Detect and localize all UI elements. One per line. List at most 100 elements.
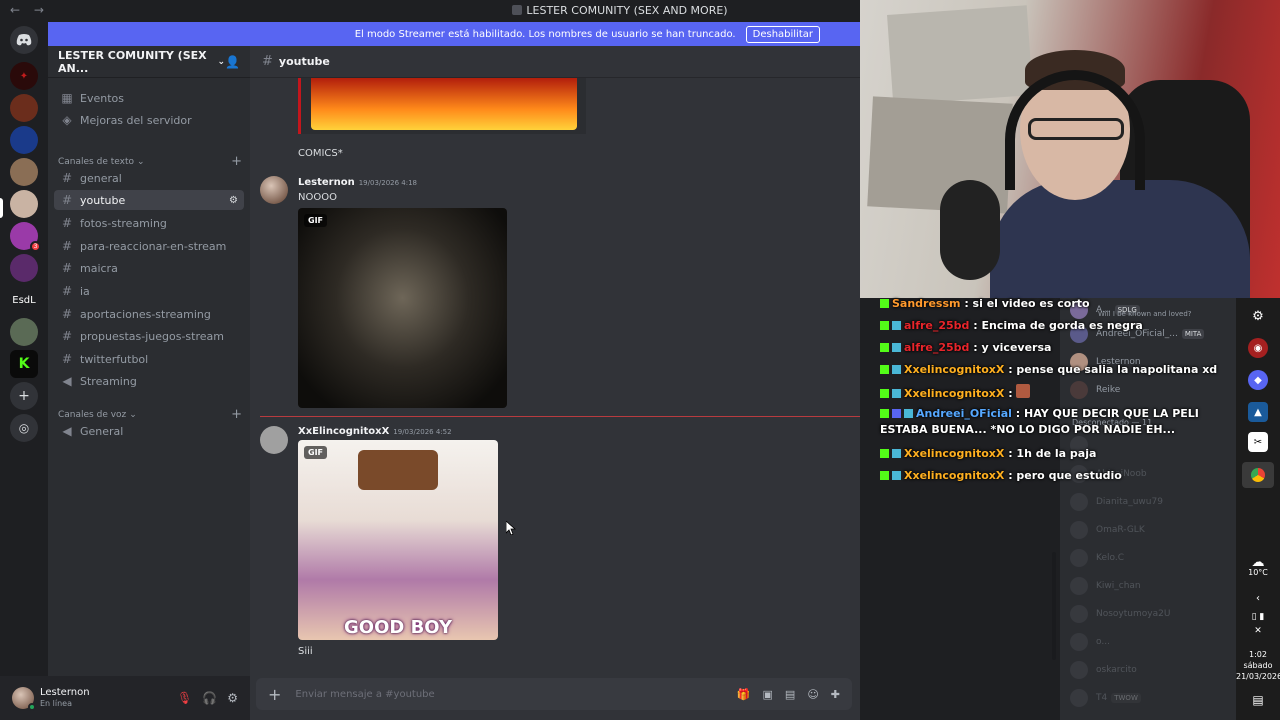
embed-image[interactable] xyxy=(311,78,577,130)
member-item[interactable]: Nosoytumoya2U xyxy=(1070,604,1234,624)
channel-aportaciones[interactable]: # aportaciones-streaming xyxy=(54,304,244,324)
direct-messages-button[interactable] xyxy=(10,26,38,54)
clock-time[interactable]: 1:02 xyxy=(1236,650,1280,660)
headphones-icon[interactable]: 🎧 xyxy=(202,691,217,705)
disable-button[interactable]: Deshabilitar xyxy=(745,25,820,43)
sticker-icon[interactable]: ▤ xyxy=(785,688,795,701)
add-attachment-icon[interactable]: + xyxy=(268,685,281,704)
avatar[interactable] xyxy=(12,687,36,711)
chatter-name: Andreei_OFicial xyxy=(916,407,1012,420)
speaker-icon: ◀ xyxy=(62,424,72,438)
mic-muted-icon[interactable]: 🎙 xyxy=(177,691,192,705)
category-text-channels[interactable]: Canales de texto ⌄ + xyxy=(58,154,242,169)
member-name: oskarcito xyxy=(1096,665,1137,675)
avatar[interactable] xyxy=(260,426,288,454)
member-item[interactable]: OmaR-GLK xyxy=(1070,520,1234,540)
notifications-icon[interactable]: ▤ xyxy=(1248,690,1268,710)
server-icon-3[interactable] xyxy=(10,126,38,154)
app-icon-capcut[interactable]: ✂ xyxy=(1248,432,1268,452)
channel-twitterfutbol[interactable]: # twitterfutbol xyxy=(54,349,244,369)
hash-icon: # xyxy=(262,54,273,69)
app-icon-obs[interactable]: ◉ xyxy=(1248,338,1268,358)
chatter-name: XxelincognitoxX xyxy=(904,387,1005,400)
gif-figure xyxy=(358,450,438,490)
server-icon-2[interactable] xyxy=(10,94,38,122)
hash-icon: # xyxy=(61,193,73,207)
message-composer[interactable]: + Enviar mensaje a #youtube 🎁 ▣ ▤ ☺ ✚ xyxy=(256,678,852,710)
server-icon-esdl[interactable]: EsdL xyxy=(10,286,38,314)
gif-label: GIF xyxy=(304,446,328,459)
server-icon-lester-community[interactable] xyxy=(10,190,38,218)
create-channel-icon[interactable]: + xyxy=(231,154,242,169)
avatar xyxy=(1070,521,1088,539)
app-icon-store[interactable]: ▲ xyxy=(1248,402,1268,422)
apps-icon[interactable]: ✚ xyxy=(831,688,840,701)
chevron-left-icon[interactable]: ‹ xyxy=(1236,594,1280,604)
gif-picker-icon[interactable]: ▣ xyxy=(763,688,773,701)
server-icon-10[interactable]: K xyxy=(10,350,38,378)
channel-general[interactable]: # general xyxy=(54,168,244,188)
emoji-icon[interactable]: ☺ xyxy=(807,688,818,701)
sidebar-item-events[interactable]: ▦ Eventos xyxy=(54,88,244,108)
settings-gear-icon[interactable]: ⚙ xyxy=(1248,306,1268,326)
discover-button[interactable]: ◎ xyxy=(10,414,38,442)
mute-icon[interactable]: ✕ xyxy=(1236,626,1280,636)
sub-badge-icon xyxy=(892,471,901,480)
gif-image[interactable]: GIF xyxy=(298,208,507,408)
chat-text: : pero que estudio xyxy=(1004,469,1122,482)
channel-fotos-streaming[interactable]: # fotos-streaming xyxy=(54,213,244,233)
server-header[interactable]: LESTER COMUNITY (SEX AN... ⌄ 👤 xyxy=(48,46,250,78)
voice-channel-general[interactable]: ◀ General xyxy=(54,421,244,441)
app-icon-chrome[interactable] xyxy=(1242,462,1274,488)
message-text: Siii xyxy=(298,646,313,657)
member-item[interactable]: oskarcito xyxy=(1070,660,1234,680)
server-icon-4[interactable] xyxy=(10,158,38,186)
message-author[interactable]: XxElincognitoxX xyxy=(298,426,389,437)
channel-label: general xyxy=(80,171,122,185)
category-label: Canales de texto xyxy=(58,156,134,167)
channel-maicra[interactable]: # maicra xyxy=(54,258,244,278)
server-icon-6[interactable]: 3 xyxy=(10,222,41,252)
server-icon-1[interactable]: ✦ xyxy=(10,62,38,90)
add-server-button[interactable]: + xyxy=(10,382,38,410)
streamer-mode-banner: El modo Streamer está habilitado. Los no… xyxy=(48,22,860,46)
channel-settings-icon[interactable]: ⚙ xyxy=(229,195,238,206)
invite-people-icon[interactable]: 👤 xyxy=(225,55,240,69)
user-panel: Lesternon En línea 🎙 🎧 ⚙ xyxy=(0,676,250,720)
server-icon-9[interactable] xyxy=(10,318,38,346)
server-name: LESTER COMUNITY (SEX AN... xyxy=(58,48,207,75)
channel-youtube[interactable]: # youtube ⚙ xyxy=(54,190,244,210)
chat-text: : y viceversa xyxy=(969,341,1052,354)
hash-icon: # xyxy=(61,284,73,298)
app-icon-discord[interactable]: ◆ xyxy=(1248,370,1268,390)
sub-badge-icon xyxy=(892,365,901,374)
member-item[interactable]: T4 TWOW xyxy=(1070,688,1234,708)
kick-badge-icon xyxy=(880,299,889,308)
channel-propuestas[interactable]: # propuestas-juegos-stream xyxy=(54,326,244,346)
username: Lesternon xyxy=(40,687,90,698)
create-channel-icon[interactable]: + xyxy=(231,407,242,422)
chat-text: : pense que salia la napolitana xd xyxy=(1004,363,1218,376)
member-item[interactable]: Dianita_uwu79 xyxy=(1070,492,1234,512)
server-icon xyxy=(512,5,523,15)
member-item[interactable]: Kelo.C xyxy=(1070,548,1234,568)
chatter-name: alfre_25bd xyxy=(904,319,970,332)
server-icon-7[interactable] xyxy=(10,254,38,282)
gif-image[interactable]: GIF GOOD BOY xyxy=(298,440,498,640)
sidebar-item-boosts[interactable]: ◈ Mejoras del servidor xyxy=(54,110,244,130)
member-item[interactable]: o... xyxy=(1070,632,1234,652)
gear-icon[interactable]: ⚙ xyxy=(227,691,238,705)
gif-label: GIF xyxy=(304,214,328,227)
microphone-icon[interactable]: ▯ ▮ xyxy=(1236,612,1280,622)
channel-ia[interactable]: # ia xyxy=(54,281,244,301)
gift-icon[interactable]: 🎁 xyxy=(737,688,751,701)
category-voice-channels[interactable]: Canales de voz ⌄ + xyxy=(58,407,242,422)
channel-streaming[interactable]: ◀ Streaming xyxy=(54,371,244,391)
avatar[interactable] xyxy=(260,176,288,204)
member-item[interactable]: Kiwi_chan xyxy=(1070,576,1234,596)
channel-para-reaccionar[interactable]: # para-reaccionar-en-stream xyxy=(54,236,244,256)
scrollbar[interactable] xyxy=(1052,552,1056,660)
kick-badge-icon xyxy=(880,343,889,352)
unread-badge: 3 xyxy=(30,241,41,252)
message-author[interactable]: Lesternon xyxy=(298,177,355,188)
